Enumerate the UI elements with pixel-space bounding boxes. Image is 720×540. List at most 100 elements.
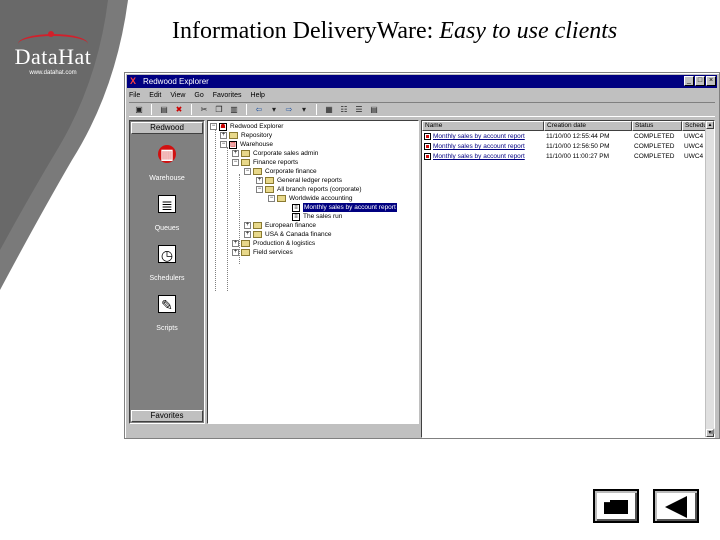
tree-node[interactable]: − All branch reports (corporate)	[256, 185, 362, 194]
column-header-name[interactable]: Name	[422, 121, 544, 131]
cell-name: Monthly sales by account report	[422, 132, 544, 141]
map-drive-icon[interactable]: ▤	[158, 104, 170, 115]
menu-edit[interactable]: Edit	[149, 90, 161, 101]
tree-node-label: Repository	[241, 132, 273, 139]
minimize-button[interactable]: _	[684, 76, 694, 86]
up-folder-icon[interactable]: ▣	[133, 104, 145, 115]
expand-icon[interactable]: +	[232, 249, 239, 256]
tree-node[interactable]: + European finance	[244, 221, 316, 230]
column-header-status[interactable]: Status	[632, 121, 682, 131]
tree-node-label: Finance reports	[253, 159, 299, 166]
window-titlebar[interactable]: X Redwood Explorer _ □ ×	[127, 75, 717, 88]
sidebar-item-scripts[interactable]: ✎ Scripts	[130, 295, 204, 335]
tree-node[interactable]: + Production & logistics	[232, 239, 315, 248]
logo-name: DataHat	[14, 44, 92, 69]
dropdown-icon[interactable]: ▾	[268, 104, 280, 115]
sidebar-item-schedulers[interactable]: ◷ Schedulers	[130, 245, 204, 285]
collapse-icon[interactable]: −	[220, 141, 227, 148]
table-row[interactable]: Monthly sales by account report 11/10/00…	[422, 142, 714, 151]
home-button[interactable]	[593, 489, 639, 523]
expand-icon[interactable]: +	[256, 177, 263, 184]
collapse-icon[interactable]: −	[210, 123, 217, 130]
tree-node-label: Field services	[253, 249, 293, 256]
tree-node[interactable]: + USA & Canada finance	[244, 230, 332, 239]
tree-node[interactable]: − ▥ Warehouse	[220, 140, 273, 149]
collapse-icon[interactable]: −	[268, 195, 275, 202]
tree-node[interactable]: + Repository	[220, 131, 272, 140]
expand-icon[interactable]: +	[244, 231, 251, 238]
tree-node-label: Warehouse	[240, 141, 273, 148]
expand-icon[interactable]: +	[232, 240, 239, 247]
tree-node[interactable]: − Worldwide accounting	[268, 194, 352, 203]
tree-node-label: Redwood Explorer	[230, 123, 284, 130]
dropdown-icon[interactable]: ▾	[298, 104, 310, 115]
list-scrollbar[interactable]: ▲ ▼	[705, 121, 714, 437]
scroll-up-icon[interactable]: ▲	[706, 121, 714, 129]
toolbar-separator	[151, 104, 152, 115]
sidebar: Redwood ▥ Warehouse ≣ Queues ◷ Scheduler…	[129, 120, 205, 424]
menu-view[interactable]: View	[170, 90, 185, 101]
slide-title-main: Information DeliveryWare:	[172, 18, 434, 44]
folder-icon	[241, 159, 250, 166]
menu-file[interactable]: File	[129, 90, 140, 101]
tree-node[interactable]: + Corporate sales admin	[232, 149, 318, 158]
paste-icon[interactable]: ▥	[228, 104, 240, 115]
delete-icon[interactable]: ✖	[173, 104, 185, 115]
expand-icon[interactable]: +	[220, 132, 227, 139]
menu-bar: File Edit View Go Favorites Help	[129, 90, 265, 101]
tree-node[interactable]: + General ledger reports	[256, 176, 342, 185]
maximize-button[interactable]: □	[695, 76, 705, 86]
report-link[interactable]: Monthly sales by account report	[433, 143, 525, 150]
toolbar-separator	[246, 104, 247, 115]
window-controls: _ □ ×	[684, 76, 716, 86]
collapse-icon[interactable]: −	[256, 186, 263, 193]
logo-dot	[48, 31, 54, 37]
collapse-icon[interactable]: −	[232, 159, 239, 166]
folder-icon	[277, 195, 286, 202]
details-view-icon[interactable]: ▤	[368, 104, 380, 115]
expand-icon[interactable]: +	[232, 150, 239, 157]
back-button[interactable]	[653, 489, 699, 523]
cell-creation-date: 11/10/00 12:55:44 PM	[546, 133, 610, 140]
report-link[interactable]: Monthly sales by account report	[433, 133, 525, 140]
small-icons-view-icon[interactable]: ☷	[338, 104, 350, 115]
tree-node[interactable]: + Field services	[232, 248, 293, 257]
sidebar-favorites-button[interactable]: Favorites	[131, 410, 203, 422]
forward-arrow-icon[interactable]: ⇨	[283, 104, 295, 115]
folder-icon	[253, 222, 262, 229]
large-icons-view-icon[interactable]: ▦	[323, 104, 335, 115]
sidebar-item-warehouse[interactable]: ▥ Warehouse	[130, 145, 204, 185]
menu-help[interactable]: Help	[251, 90, 265, 101]
expand-icon[interactable]: +	[244, 222, 251, 229]
table-row[interactable]: Monthly sales by account report 11/10/00…	[422, 152, 714, 161]
list-view-icon[interactable]: ☰	[353, 104, 365, 115]
sidebar-item-label: Warehouse	[149, 175, 185, 182]
report-link[interactable]: Monthly sales by account report	[433, 153, 525, 160]
sidebar-header-button[interactable]: Redwood	[131, 122, 203, 134]
logo-url: www.datahat.com	[29, 70, 77, 76]
tree-node-selected[interactable]: ≡ Monthly sales by account report	[292, 203, 397, 212]
menu-go[interactable]: Go	[194, 90, 203, 101]
menu-favorites[interactable]: Favorites	[213, 90, 242, 101]
cut-icon[interactable]: ✂	[198, 104, 210, 115]
column-header-creation-date[interactable]: Creation date	[544, 121, 632, 131]
tree-node[interactable]: − Corporate finance	[244, 167, 317, 176]
collapse-icon[interactable]: −	[244, 168, 251, 175]
tree-node-label: Corporate sales admin	[253, 150, 319, 157]
close-button[interactable]: ×	[706, 76, 716, 86]
tree-node-label: European finance	[265, 222, 316, 229]
table-row[interactable]: Monthly sales by account report 11/10/00…	[422, 132, 714, 141]
sidebar-item-queues[interactable]: ≣ Queues	[130, 195, 204, 235]
resize-grip-icon[interactable]: ◢	[709, 428, 717, 436]
tree-node-label: The sales run	[303, 213, 343, 220]
copy-icon[interactable]: ❐	[213, 104, 225, 115]
tree-node-label: Corporate finance	[265, 168, 317, 175]
cell-name: Monthly sales by account report	[422, 142, 544, 151]
back-arrow-icon[interactable]: ⇦	[253, 104, 265, 115]
report-icon	[424, 132, 431, 140]
tree-node[interactable]: − ☗ Redwood Explorer	[210, 122, 283, 131]
tree-node[interactable]: ≡ The sales run	[292, 212, 342, 221]
folder-icon	[241, 240, 250, 247]
tree-node[interactable]: − Finance reports	[232, 158, 298, 167]
toolbar: ▣ ▤ ✖ ✂ ❐ ▥ ⇦ ▾ ⇨ ▾ ▦ ☷ ☰ ▤	[129, 102, 715, 117]
